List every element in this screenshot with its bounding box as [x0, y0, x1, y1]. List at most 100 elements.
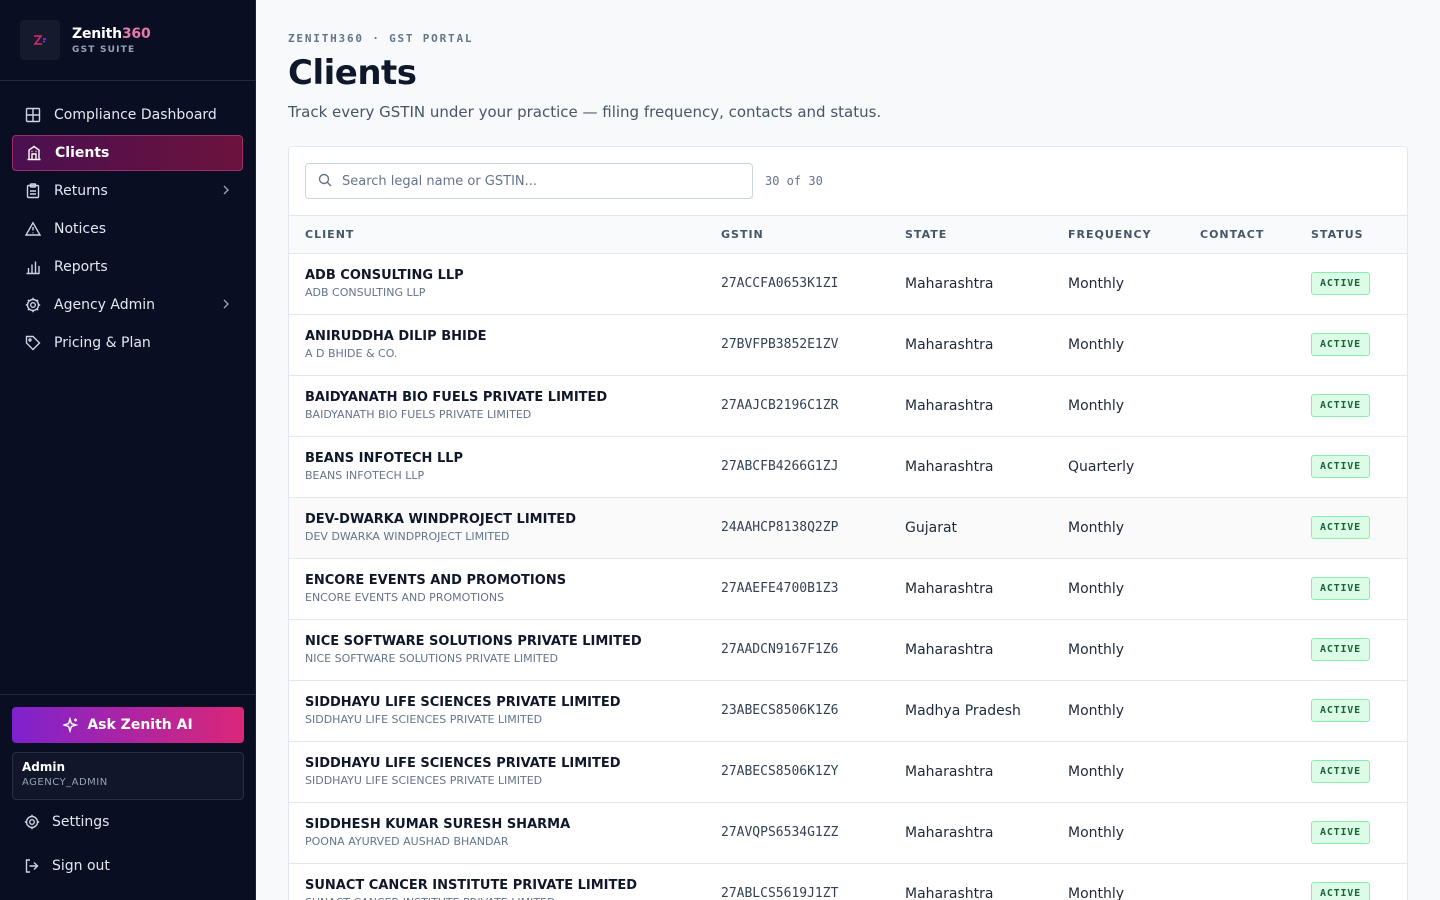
table-row[interactable]: SIDDHESH KUMAR SURESH SHARMA POONA AYURVE…	[289, 802, 1407, 863]
sidebar-item-pricing-plan[interactable]: Pricing & Plan	[12, 325, 243, 361]
client-name[interactable]: BAIDYANATH BIO FUELS PRIVATE LIMITED	[305, 390, 705, 405]
column-header-state[interactable]: STATE	[889, 216, 1052, 253]
client-name[interactable]: NICE SOFTWARE SOLUTIONS PRIVATE LIMITED	[305, 634, 705, 649]
gstin-cell: 27AVQPS6534G1ZZ	[721, 825, 839, 840]
sidebar-item-returns[interactable]: Returns	[12, 173, 243, 209]
table-row[interactable]: ENCORE EVENTS AND PROMOTIONS ENCORE EVENT…	[289, 558, 1407, 619]
column-header-gstin[interactable]: GSTIN	[705, 216, 889, 253]
table-row[interactable]: BEANS INFOTECH LLP BEANS INFOTECH LLP 27AB…	[289, 436, 1407, 497]
frequency-cell: Monthly	[1068, 763, 1125, 780]
column-header-client[interactable]: CLIENT	[289, 216, 705, 253]
page-subtitle: Track every GSTIN under your practice — …	[288, 103, 882, 121]
clients-card: 30 of 30 CLIENT GSTIN STATE FREQUENCY CO…	[288, 146, 1408, 900]
sidebar-item-label: Agency Admin	[54, 297, 156, 313]
table-row[interactable]: SIDDHAYU LIFE SCIENCES PRIVATE LIMITED SI…	[289, 741, 1407, 802]
table-row[interactable]: ADB CONSULTING LLP ADB CONSULTING LLP 27AC…	[289, 253, 1407, 314]
ask-zenith-ai-button[interactable]: Ask Zenith AI	[12, 707, 244, 743]
state-cell: Maharashtra	[905, 763, 994, 780]
client-name[interactable]: SIDDHAYU LIFE SCIENCES PRIVATE LIMITED	[305, 756, 705, 771]
state-cell: Maharashtra	[905, 458, 994, 475]
client-legal-name: ENCORE EVENTS AND PROMOTIONS	[305, 591, 505, 604]
frequency-cell: Monthly	[1068, 702, 1125, 719]
client-cell: ADB CONSULTING LLP ADB CONSULTING LLP	[289, 253, 705, 314]
tag-icon	[24, 334, 42, 352]
sidebar-item-label: Returns	[54, 183, 108, 199]
sidebar-item-reports[interactable]: Reports	[12, 249, 243, 285]
client-cell: BEANS INFOTECH LLP BEANS INFOTECH LLP	[289, 436, 705, 497]
frequency-cell: Quarterly	[1068, 458, 1135, 475]
gstin-cell: 27ABLCS5619J1ZT	[721, 886, 839, 900]
state-cell: Maharashtra	[905, 824, 994, 841]
client-name[interactable]: ADB CONSULTING LLP	[305, 268, 705, 283]
status-badge: ACTIVE	[1311, 699, 1370, 722]
table-row[interactable]: ANIRUDDHA DILIP BHIDE A D BHIDE & CO. 27BV…	[289, 314, 1407, 375]
status-cell: ACTIVE	[1295, 802, 1407, 863]
sign-out-link[interactable]: Sign out	[12, 844, 244, 888]
warning-icon	[24, 220, 42, 238]
gstin-cell: 23ABECS8506K1Z6	[721, 703, 839, 718]
client-name[interactable]: BEANS INFOTECH LLP	[305, 451, 705, 466]
gstin-cell: 27AAEFE4700B1Z3	[721, 581, 839, 596]
column-header-contact[interactable]: CONTACT	[1184, 216, 1295, 253]
sidebar: Zenith360 GST SUITE Compliance Dashboard…	[0, 0, 256, 900]
status-cell: ACTIVE	[1295, 863, 1407, 900]
status-cell: ACTIVE	[1295, 314, 1407, 375]
client-name[interactable]: ANIRUDDHA DILIP BHIDE	[305, 329, 705, 344]
page-eyebrow: ZENITH360 · GST PORTAL	[288, 32, 474, 45]
column-header-status[interactable]: STATUS	[1295, 216, 1407, 253]
gstin-cell: 24AAHCP8138Q2ZP	[721, 520, 839, 535]
contact-cell	[1184, 863, 1295, 900]
client-legal-name: SIDDHAYU LIFE SCIENCES PRIVATE LIMITED	[305, 774, 543, 787]
sidebar-item-clients[interactable]: Clients	[12, 135, 243, 171]
status-cell: ACTIVE	[1295, 436, 1407, 497]
grid-icon	[24, 106, 42, 124]
client-cell: SUNACT CANCER INSTITUTE PRIVATE LIMITED S…	[289, 863, 705, 900]
table-header-row: CLIENT GSTIN STATE FREQUENCY CONTACT STA…	[289, 216, 1407, 253]
sidebar-item-label: Clients	[55, 145, 110, 161]
client-legal-name: SUNACT CANCER INSTITUTE PRIVATE LIMITED	[305, 896, 705, 900]
client-name[interactable]: ENCORE EVENTS AND PROMOTIONS	[305, 573, 705, 588]
zenith-logo-icon	[20, 20, 60, 60]
gstin-cell: 27AADCN9167F1Z6	[721, 642, 839, 657]
column-header-frequency[interactable]: FREQUENCY	[1052, 216, 1184, 253]
client-legal-name: ADB CONSULTING LLP	[305, 286, 426, 299]
client-name[interactable]: SIDDHESH KUMAR SURESH SHARMA	[305, 817, 705, 832]
frequency-cell: Monthly	[1068, 519, 1125, 536]
user-card[interactable]: Admin AGENCY_ADMIN	[12, 752, 244, 800]
brand[interactable]: Zenith360 GST SUITE	[0, 0, 255, 81]
client-legal-name: BAIDYANATH BIO FUELS PRIVATE LIMITED	[305, 408, 532, 421]
search-input[interactable]	[342, 173, 722, 189]
status-badge: ACTIVE	[1311, 821, 1370, 844]
table-row[interactable]: SUNACT CANCER INSTITUTE PRIVATE LIMITED S…	[289, 863, 1407, 900]
client-cell: NICE SOFTWARE SOLUTIONS PRIVATE LIMITED N…	[289, 619, 705, 680]
client-name[interactable]: SUNACT CANCER INSTITUTE PRIVATE LIMITED	[305, 878, 705, 893]
state-cell: Maharashtra	[905, 397, 994, 414]
state-cell: Maharashtra	[905, 641, 994, 658]
client-name[interactable]: DEV-DWARKA WINDPROJECT LIMITED	[305, 512, 705, 527]
gear-icon	[24, 296, 42, 314]
table-row[interactable]: BAIDYANATH BIO FUELS PRIVATE LIMITED BAID…	[289, 375, 1407, 436]
status-badge: ACTIVE	[1311, 577, 1370, 600]
status-cell: ACTIVE	[1295, 497, 1407, 558]
search-box[interactable]	[305, 163, 753, 199]
page-title: Clients	[288, 53, 417, 93]
settings-link[interactable]: Settings	[12, 800, 244, 844]
contact-cell	[1184, 558, 1295, 619]
user-role: AGENCY_ADMIN	[22, 777, 108, 788]
table-row[interactable]: DEV-DWARKA WINDPROJECT LIMITED DEV DWARKA…	[289, 497, 1407, 558]
client-name[interactable]: SIDDHAYU LIFE SCIENCES PRIVATE LIMITED	[305, 695, 705, 710]
frequency-cell: Monthly	[1068, 824, 1125, 841]
sidebar-item-notices[interactable]: Notices	[12, 211, 243, 247]
sidebar-nav: Compliance Dashboard Clients Returns Not…	[0, 81, 255, 379]
state-cell: Gujarat	[905, 519, 958, 536]
contact-cell	[1184, 680, 1295, 741]
contact-cell	[1184, 375, 1295, 436]
sidebar-item-compliance-dashboard[interactable]: Compliance Dashboard	[12, 97, 243, 133]
sidebar-item-agency-admin[interactable]: Agency Admin	[12, 287, 243, 323]
building-icon	[25, 144, 43, 162]
result-count: 30 of 30	[765, 174, 823, 188]
table-row[interactable]: SIDDHAYU LIFE SCIENCES PRIVATE LIMITED SI…	[289, 680, 1407, 741]
frequency-cell: Monthly	[1068, 580, 1125, 597]
sparkle-icon	[63, 717, 79, 733]
table-row[interactable]: NICE SOFTWARE SOLUTIONS PRIVATE LIMITED N…	[289, 619, 1407, 680]
